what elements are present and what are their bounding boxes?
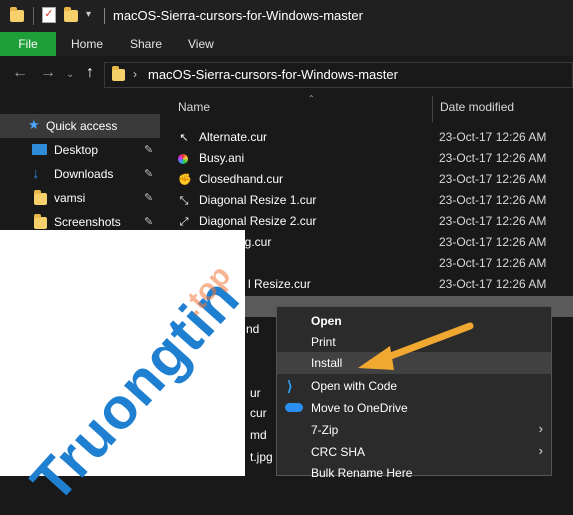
diagonal-resize-icon: ⤡ [179,195,189,207]
column-header-name[interactable]: Name [178,100,210,114]
file-name: Alternate.cur [199,130,268,144]
file-row[interactable]: ↖ Alternate.cur 23-Oct-17 12:26 AM [172,128,573,149]
file-name: l Resize.cur [248,277,311,291]
vscode-icon: ⟩ [287,378,293,394]
desktop-icon [32,144,47,155]
busy-cursor-icon [178,154,188,164]
nav-item-label: Downloads [54,167,114,181]
folder-icon [112,66,125,81]
file-date: 23-Oct-17 12:26 AM [439,277,547,291]
address-path[interactable]: macOS-Sierra-cursors-for-Windows-master [148,67,398,82]
file-name: Diagonal Resize 2.cur [199,214,317,228]
file-name: Busy.ani [199,151,245,165]
arrow-shaft [376,322,474,364]
file-name-fragment: md [250,428,267,442]
onedrive-icon [285,403,303,412]
file-name-fragment: ur [250,386,261,400]
nav-item-label: Screenshots [54,215,121,229]
file-date: 23-Oct-17 12:26 AM [439,193,547,207]
tab-file[interactable]: File [0,32,56,56]
quick-access-label: Quick access [46,119,118,133]
recent-locations-icon[interactable]: ⌄ [66,69,74,80]
menu-item-label: 7-Zip [311,423,339,437]
back-arrow-icon[interactable]: ← [12,64,28,82]
file-date: 23-Oct-17 12:26 AM [439,256,547,270]
file-date: 23-Oct-17 12:26 AM [439,151,547,165]
window-title: macOS-Sierra-cursors-for-Windows-master [113,8,363,23]
star-icon: ★ [28,117,40,132]
nav-item-downloads[interactable]: ↓ Downloads ✎ [24,164,160,186]
nav-item-desktop[interactable]: Desktop ✎ [24,140,160,162]
nav-item-vamsi[interactable]: vamsi ✎ [24,188,160,210]
tab-home[interactable]: Home [71,32,103,56]
pin-icon[interactable]: ✎ [144,215,153,228]
file-date: 23-Oct-17 12:26 AM [439,130,547,144]
folder-icon [10,7,24,22]
folder-icon [34,214,47,229]
new-folder-icon[interactable] [64,7,78,22]
menu-item-label: Open [311,314,342,328]
menu-item-open-with-code[interactable]: ⟩ Open with Code [277,375,551,397]
tab-share[interactable]: Share [130,32,162,56]
arrow-head [358,346,394,370]
sort-caret-icon: ⌃ [308,94,315,103]
column-divider[interactable] [432,96,433,122]
menu-item-label: Bulk Rename Here [311,466,413,480]
nav-item-label: vamsi [54,191,86,205]
menu-item-bulk-rename[interactable]: Bulk Rename Here [277,462,551,484]
diagonal-resize-icon: ⤢ [179,216,189,228]
file-name-fragment: nd [246,322,260,336]
chevron-right-icon: › [538,443,543,458]
column-header-date[interactable]: Date modified [440,100,514,114]
menu-item-move-to-onedrive[interactable]: Move to OneDrive [277,397,551,419]
menu-item-label: Move to OneDrive [311,401,408,415]
file-date: 23-Oct-17 12:26 AM [439,172,547,186]
nav-item-label: Desktop [54,143,99,157]
pin-icon[interactable]: ✎ [144,191,153,204]
chevron-down-icon[interactable]: ▾ [86,9,91,20]
file-row[interactable]: ⤡ Diagonal Resize 1.cur 23-Oct-17 12:26 … [172,191,573,212]
divider [33,7,34,25]
pin-icon[interactable]: ✎ [144,143,153,156]
menu-item-label: Print [311,335,336,349]
chevron-right-icon: › [538,421,543,436]
file-name-fragment: t.jpg [250,450,273,464]
file-name-fragment: cur [250,406,267,420]
menu-item-7zip[interactable]: 7-Zip › [277,419,551,441]
file-date: 23-Oct-17 12:26 AM [439,235,547,249]
file-row[interactable]: Busy.ani 23-Oct-17 12:26 AM [172,149,573,170]
file-name: Closedhand.cur [199,172,284,186]
annotation-arrow [358,322,474,370]
folder-icon [34,190,47,205]
hand-cursor-icon: ✊ [178,174,192,186]
menu-item-crc-sha[interactable]: CRC SHA › [277,441,551,463]
menu-item-label: Open with Code [311,379,398,393]
file-name: Diagonal Resize 1.cur [199,193,317,207]
download-icon: ↓ [32,165,40,182]
file-date: 23-Oct-17 12:26 AM [439,214,547,228]
forward-arrow-icon[interactable]: → [40,64,56,82]
divider [104,8,105,24]
chevron-right-icon[interactable]: › [133,67,137,81]
properties-icon[interactable]: ✓ [42,7,56,23]
tab-view[interactable]: View [188,32,214,56]
cursor-file-icon: ↖ [179,132,189,144]
pin-icon[interactable]: ✎ [144,167,153,180]
up-arrow-icon[interactable]: ↑ [86,64,94,82]
menu-item-label: Install [311,356,343,370]
file-row[interactable]: ✊ Closedhand.cur 23-Oct-17 12:26 AM [172,170,573,191]
menu-item-label: CRC SHA [311,445,366,459]
